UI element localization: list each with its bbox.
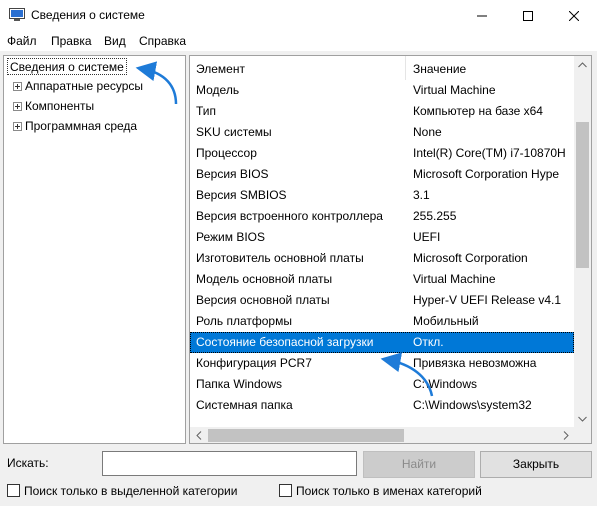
details-list[interactable]: Элемент Значение Модель Virtual Machine Ти… [189,55,592,444]
expand-icon[interactable] [13,122,22,131]
table-row[interactable]: Изготовитель основной платы Microsoft Cor… [190,248,574,269]
cell-value: Компьютер на базе x64 [413,104,543,118]
scrollbar-corner [574,427,591,443]
close-button[interactable]: Закрыть [480,451,592,478]
cell-value: 255.255 [413,209,457,223]
system-info-icon [9,8,25,21]
expand-icon[interactable] [13,82,22,91]
table-row[interactable]: Модель основной платы Virtual Machine [190,269,574,290]
table-row[interactable]: Версия основной платы Hyper-V UEFI Releas… [190,290,574,311]
cell-value: Virtual Machine [413,272,496,286]
window-title: Сведения о системе [31,8,145,22]
cell-item: SKU системы [196,125,272,139]
cell-item: Версия встроенного контроллера [196,209,383,223]
cell-item: Процессор [196,146,257,160]
cell-item: Системная папка [196,398,293,412]
cell-value: UEFI [413,230,441,244]
menu-view[interactable]: Вид [104,34,126,48]
title-bar: Сведения о системе [0,0,597,31]
cell-item: Папка Windows [196,377,282,391]
list-header: Элемент Значение [190,56,574,80]
chevron-right-icon [563,431,569,440]
cell-item: Версия BIOS [196,167,269,181]
cell-item: Режим BIOS [196,230,266,244]
close-window-button[interactable] [551,0,597,31]
table-row[interactable]: Роль платформы Мобильный [190,311,574,332]
chevron-down-icon [578,416,587,422]
checkbox-label[interactable]: Поиск только в именах категорий [296,484,482,498]
chevron-left-icon [195,431,201,440]
horizontal-scroll-thumb[interactable] [208,429,404,442]
cell-value: Откл. [413,335,444,349]
category-tree[interactable]: Сведения о системе Аппаратные ресурсы Ко… [3,55,186,444]
cell-value: Мобильный [413,314,479,328]
search-label: Искать: [7,456,49,470]
cell-value: Virtual Machine [413,83,496,97]
cell-value: C:\Windows [413,377,478,391]
menu-file[interactable]: Файл [7,34,37,48]
column-divider[interactable] [405,56,406,80]
table-row[interactable]: SKU системы None [190,122,574,143]
cell-item: Конфигурация PCR7 [196,356,312,370]
cell-value: C:\Windows\system32 [413,398,532,412]
maximize-icon [523,10,533,21]
find-button[interactable]: Найти [363,451,475,478]
scroll-left-button[interactable] [190,427,207,443]
cell-item: Версия SMBIOS [196,188,287,202]
cell-item: Тип [196,104,217,118]
search-input[interactable] [102,451,357,476]
table-row[interactable]: Режим BIOS UEFI [190,227,574,248]
cell-item: Версия основной платы [196,293,330,307]
cell-item: Модель [196,83,240,97]
table-row[interactable]: Модель Virtual Machine [190,80,574,101]
tree-item-label: Аппаратные ресурсы [25,79,144,93]
tree-item-label: Компоненты [25,99,95,113]
checkbox-box[interactable] [7,484,20,497]
cell-value: Intel(R) Core(TM) i7-10870H [413,146,566,160]
table-row[interactable]: Процессор Intel(R) Core(TM) i7-10870H [190,143,574,164]
close-icon [569,10,579,21]
cell-value: Привязка невозможна [413,356,537,370]
table-row[interactable]: Версия SMBIOS 3.1 [190,185,574,206]
column-header-value[interactable]: Значение [413,56,466,80]
cell-value: 3.1 [413,188,430,202]
menu-edit[interactable]: Правка [51,34,92,48]
checkbox-label[interactable]: Поиск только в выделенной категории [24,484,237,498]
table-row[interactable]: Папка Windows C:\Windows [190,374,574,395]
menu-help[interactable]: Справка [139,34,186,48]
table-row[interactable]: Версия встроенного контроллера 255.255 [190,206,574,227]
tree-item-label: Программная среда [25,119,138,133]
cell-item: Модель основной платы [196,272,333,286]
list-rows: Модель Virtual Machine Тип Компьютер на баз… [190,80,574,427]
cell-item: Изготовитель основной платы [196,251,364,265]
horizontal-scrollbar[interactable] [190,427,574,443]
minimize-button[interactable] [459,0,505,31]
cell-value: Microsoft Corporation [413,251,528,265]
maximize-button[interactable] [505,0,551,31]
checkbox-box[interactable] [279,484,292,497]
scroll-right-button[interactable] [557,427,574,443]
cell-value: Hyper-V UEFI Release v4.1 [413,293,562,307]
table-row[interactable]: Системная папка C:\Windows\system32 [190,395,574,416]
scroll-up-button[interactable] [574,56,591,73]
table-row[interactable]: Конфигурация PCR7 Привязка невозможна [190,353,574,374]
table-row[interactable]: Состояние безопасной загрузки Откл. [190,332,574,353]
chevron-up-icon [578,61,587,67]
expand-icon[interactable] [13,102,22,111]
minimize-icon [477,15,487,16]
cell-value: Microsoft Corporation Hype [413,167,560,181]
table-row[interactable]: Тип Компьютер на базе x64 [190,101,574,122]
column-header-item[interactable]: Элемент [196,56,245,80]
menu-bar: Файл Правка Вид Справка [0,31,597,51]
cell-item: Роль платформы [196,314,292,328]
cell-value: None [413,125,442,139]
tree-item-system-summary[interactable]: Сведения о системе [7,58,127,75]
table-row[interactable]: Версия BIOS Microsoft Corporation Hype [190,164,574,185]
scroll-down-button[interactable] [574,410,591,427]
vertical-scrollbar[interactable] [574,56,591,427]
cell-item: Состояние безопасной загрузки [196,335,374,349]
vertical-scroll-thumb[interactable] [576,122,589,268]
